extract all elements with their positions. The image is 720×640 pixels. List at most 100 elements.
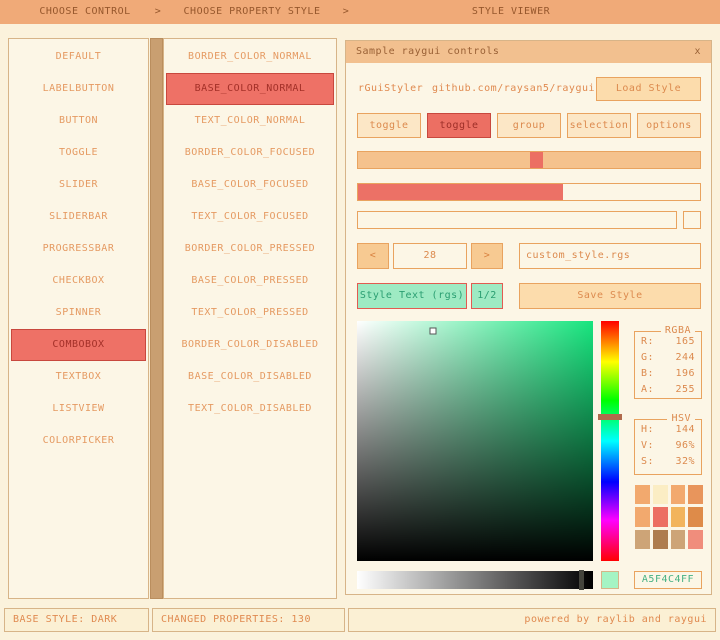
breadcrumb: CHOOSE CONTROL > CHOOSE PROPERTY STYLE >… <box>0 0 720 24</box>
chevron-right-icon: > <box>150 0 166 24</box>
alpha-bar[interactable] <box>357 571 593 589</box>
property-item-text-color-normal[interactable]: TEXT_COLOR_NORMAL <box>166 105 334 137</box>
control-item-textbox[interactable]: TEXTBOX <box>11 361 146 393</box>
control-item-default[interactable]: DEFAULT <box>11 41 146 73</box>
close-icon[interactable]: x <box>694 41 701 63</box>
b-value: 196 <box>675 366 695 382</box>
control-item-checkbox[interactable]: CHECKBOX <box>11 265 146 297</box>
style-color-swatch[interactable] <box>671 485 686 504</box>
b-label: B: <box>641 366 654 382</box>
property-item-border-color-pressed[interactable]: BORDER_COLOR_PRESSED <box>166 233 334 265</box>
hsv-row-s: S: 32% <box>635 454 701 470</box>
load-style-button[interactable]: Load Style <box>596 77 701 101</box>
property-item-border-color-focused[interactable]: BORDER_COLOR_FOCUSED <box>166 137 334 169</box>
rgba-row-g: G: 244 <box>635 350 701 366</box>
g-label: G: <box>641 350 654 366</box>
hsv-group: HSV H: 144 V: 96% S: 32% <box>634 419 702 475</box>
property-item-text-color-disabled[interactable]: TEXT_COLOR_DISABLED <box>166 393 334 425</box>
style-color-swatch[interactable] <box>635 485 650 504</box>
h-label: H: <box>641 422 654 438</box>
a-value: 255 <box>675 382 695 398</box>
controls-list: DEFAULT LABELBUTTON BUTTON TOGGLE SLIDER… <box>8 38 149 599</box>
spinner-increment-button[interactable]: > <box>471 243 503 269</box>
control-item-listview[interactable]: LISTVIEW <box>11 393 146 425</box>
style-color-swatch[interactable] <box>671 530 686 549</box>
control-item-colorpicker[interactable]: COLORPICKER <box>11 425 146 457</box>
chevron-right-icon: > <box>338 0 354 24</box>
combobox-page-indicator[interactable]: 1/2 <box>471 283 503 309</box>
style-colors-grid <box>635 485 703 549</box>
v-label: V: <box>641 438 654 454</box>
spinner-value-box[interactable]: 28 <box>393 243 467 269</box>
style-color-swatch[interactable] <box>653 507 668 526</box>
style-color-swatch[interactable] <box>688 485 703 504</box>
rgba-group-label: RGBA <box>661 325 695 337</box>
status-changed-properties: CHANGED PROPERTIES: 130 <box>152 608 345 632</box>
control-item-labelbutton[interactable]: LABELBUTTON <box>11 73 146 105</box>
current-color-swatch <box>601 571 619 589</box>
property-item-base-color-disabled[interactable]: BASE_COLOR_DISABLED <box>166 361 334 393</box>
properties-list: BORDER_COLOR_NORMAL BASE_COLOR_NORMAL TE… <box>163 38 337 599</box>
property-item-text-color-pressed[interactable]: TEXT_COLOR_PRESSED <box>166 297 334 329</box>
hex-color-textbox[interactable]: A5F4C4FF <box>634 571 702 589</box>
save-style-button[interactable]: Save Style <box>519 283 701 309</box>
sample-textbox[interactable] <box>357 211 677 229</box>
control-item-slider[interactable]: SLIDER <box>11 169 146 201</box>
hsv-row-v: V: 96% <box>635 438 701 454</box>
property-item-base-color-focused[interactable]: BASE_COLOR_FOCUSED <box>166 169 334 201</box>
hue-bar[interactable] <box>601 321 619 561</box>
filename-textbox[interactable]: custom_style.rgs <box>519 243 701 269</box>
control-item-sliderbar[interactable]: SLIDERBAR <box>11 201 146 233</box>
controls-list-scrollbar[interactable] <box>150 38 163 599</box>
color-picker-cursor[interactable] <box>429 327 436 334</box>
status-powered-by: powered by raylib and raygui <box>348 608 716 632</box>
spinner-decrement-button[interactable]: < <box>357 243 389 269</box>
breadcrumb-choose-property-style: CHOOSE PROPERTY STYLE <box>166 0 338 24</box>
breadcrumb-choose-control: CHOOSE CONTROL <box>10 0 160 24</box>
repo-link[interactable]: github.com/raysan5/raygui <box>432 77 595 101</box>
app-brand-label: rGuiStyler <box>358 77 423 101</box>
hsv-group-label: HSV <box>667 413 695 425</box>
toggle-button-options[interactable]: options <box>637 113 701 138</box>
style-color-swatch[interactable] <box>671 507 686 526</box>
s-label: S: <box>641 454 654 470</box>
alpha-handle[interactable] <box>579 570 584 590</box>
property-item-text-color-focused[interactable]: TEXT_COLOR_FOCUSED <box>166 201 334 233</box>
control-item-toggle[interactable]: TOGGLE <box>11 137 146 169</box>
toggle-button-group[interactable]: group <box>497 113 561 138</box>
toggle-button-2-active[interactable]: toggle <box>427 113 491 138</box>
window-title: Sample raygui controls <box>356 46 499 57</box>
style-color-swatch[interactable] <box>635 530 650 549</box>
property-item-border-color-normal[interactable]: BORDER_COLOR_NORMAL <box>166 41 334 73</box>
property-item-base-color-pressed[interactable]: BASE_COLOR_PRESSED <box>166 265 334 297</box>
v-value: 96% <box>675 438 695 454</box>
rgba-row-b: B: 196 <box>635 366 701 382</box>
style-color-swatch[interactable] <box>635 507 650 526</box>
style-color-swatch[interactable] <box>653 485 668 504</box>
rguistyler-app: CHOOSE CONTROL > CHOOSE PROPERTY STYLE >… <box>0 0 720 640</box>
control-item-progressbar[interactable]: PROGRESSBAR <box>11 233 146 265</box>
slider-handle[interactable] <box>530 152 543 168</box>
toggle-button-1[interactable]: toggle <box>357 113 421 138</box>
toggle-button-selection[interactable]: selection <box>567 113 631 138</box>
hue-handle[interactable] <box>598 414 622 420</box>
property-item-base-color-normal[interactable]: BASE_COLOR_NORMAL <box>166 73 334 105</box>
a-label: A: <box>641 382 654 398</box>
style-viewer-window: Sample raygui controls x rGuiStyler gith… <box>345 40 712 595</box>
sample-checkbox[interactable] <box>683 211 701 229</box>
control-item-spinner[interactable]: SPINNER <box>11 297 146 329</box>
style-color-swatch[interactable] <box>688 530 703 549</box>
style-text-combobox[interactable]: Style Text (rgs) <box>357 283 467 309</box>
color-saturation-value-panel[interactable] <box>357 321 593 561</box>
control-item-combobox[interactable]: COMBOBOX <box>11 329 146 361</box>
r-label: R: <box>641 334 654 350</box>
control-item-button[interactable]: BUTTON <box>11 105 146 137</box>
style-color-swatch[interactable] <box>688 507 703 526</box>
g-value: 244 <box>675 350 695 366</box>
property-item-border-color-disabled[interactable]: BORDER_COLOR_DISABLED <box>166 329 334 361</box>
window-titlebar[interactable]: Sample raygui controls x <box>346 41 711 63</box>
sample-slider[interactable] <box>357 151 701 169</box>
style-color-swatch[interactable] <box>653 530 668 549</box>
breadcrumb-style-viewer: STYLE VIEWER <box>356 0 666 24</box>
rgba-row-a: A: 255 <box>635 382 701 398</box>
